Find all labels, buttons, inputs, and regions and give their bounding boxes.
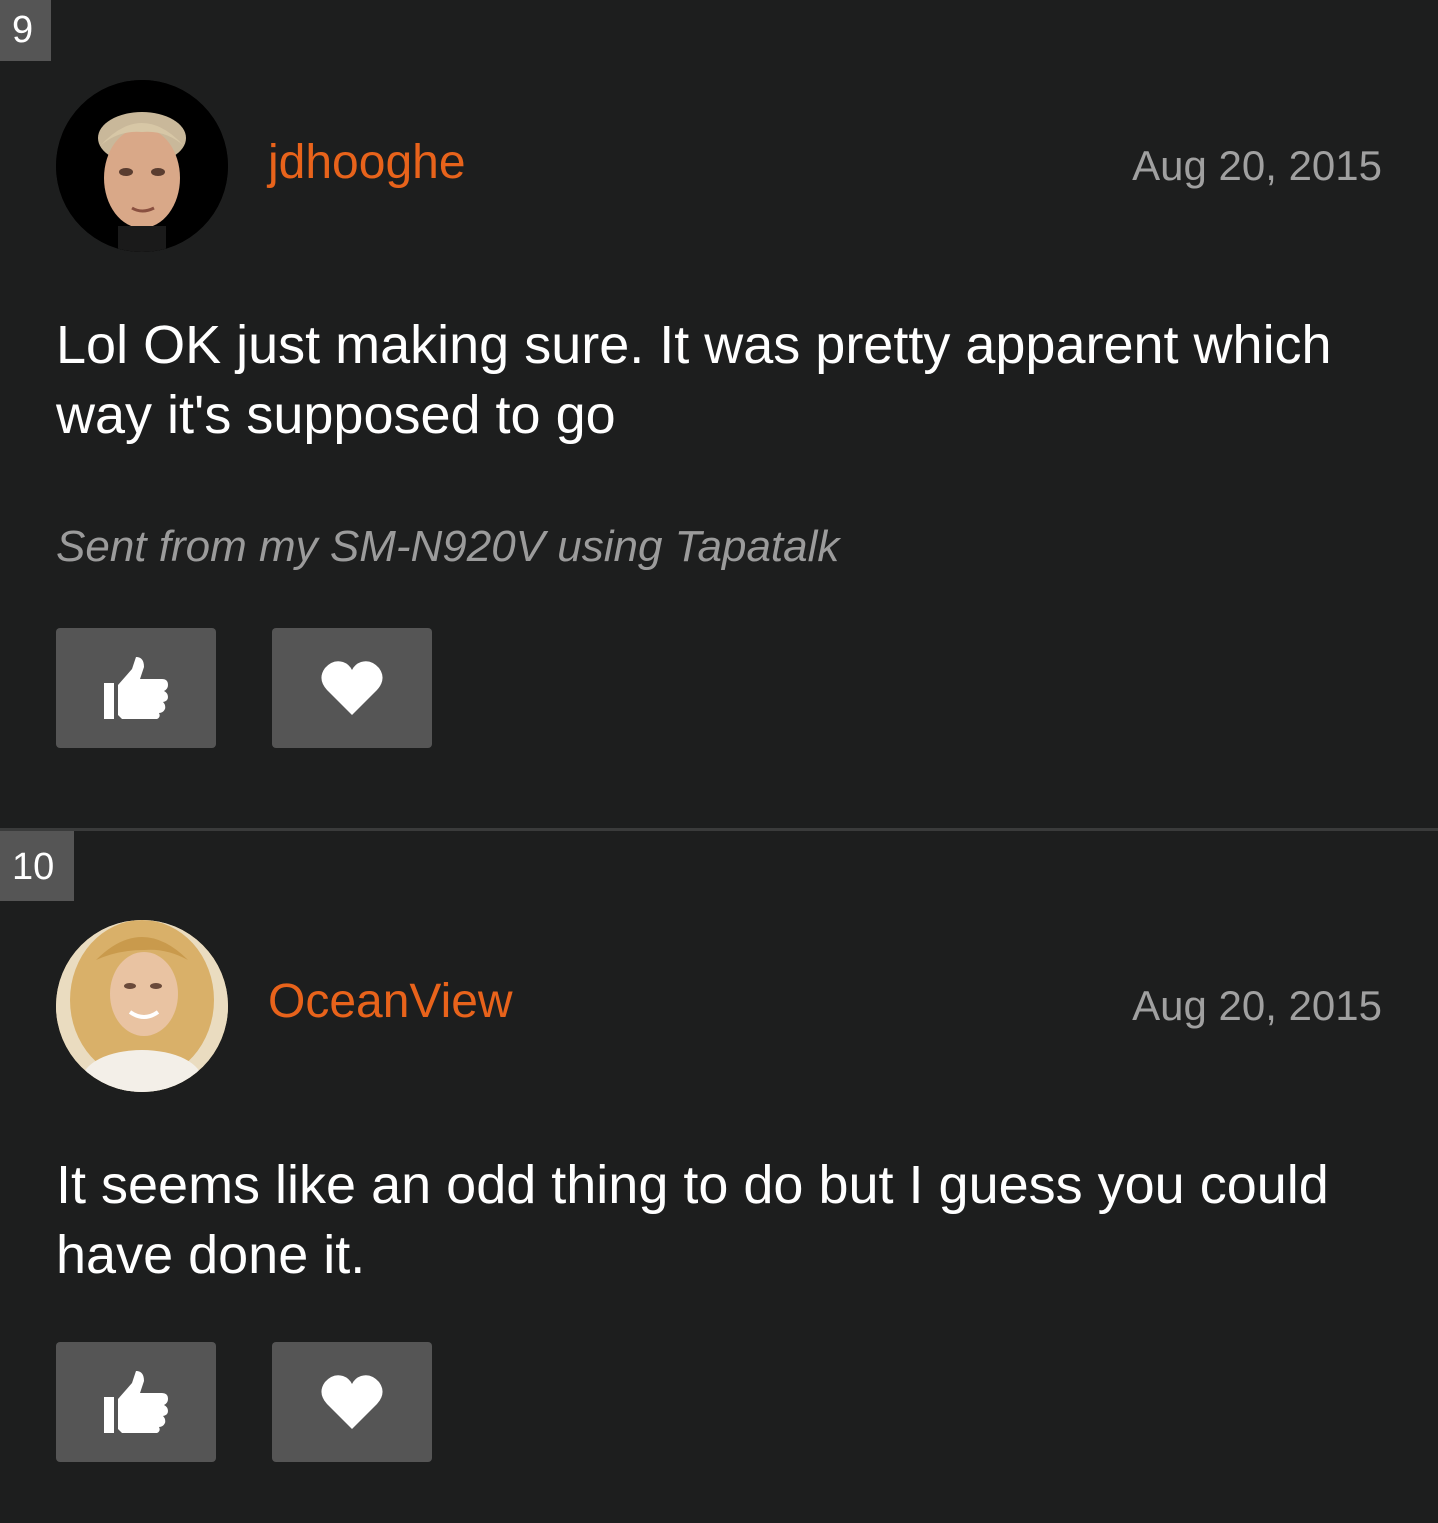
heart-icon xyxy=(321,661,383,715)
post-body: Lol OK just making sure. It was pretty a… xyxy=(56,315,1332,445)
post-number-badge: 10 xyxy=(0,831,74,901)
love-button[interactable] xyxy=(272,1342,432,1462)
post-signature: Sent from my SM-N920V using Tapatalk xyxy=(56,522,840,571)
like-button[interactable] xyxy=(56,1342,216,1462)
user-avatar[interactable] xyxy=(56,920,228,1092)
user-avatar[interactable] xyxy=(56,80,228,252)
username-link[interactable]: OceanView xyxy=(268,974,513,1030)
avatar-photo-icon xyxy=(56,920,228,1092)
post-item: 10 OceanView Aug 20, 2015 It seems like … xyxy=(0,831,1438,1523)
love-button[interactable] xyxy=(272,628,432,748)
thumbs-up-icon xyxy=(104,657,168,719)
avatar-photo-icon xyxy=(56,80,228,252)
like-button[interactable] xyxy=(56,628,216,748)
post-date: Aug 20, 2015 xyxy=(1132,142,1382,189)
thumbs-up-icon xyxy=(104,1371,168,1433)
post-item: 9 jdhooghe Aug 20, 2015 Lol OK just maki… xyxy=(0,0,1438,828)
post-body: It seems like an odd thing to do but I g… xyxy=(56,1155,1329,1285)
username-link[interactable]: jdhooghe xyxy=(268,135,466,191)
post-date: Aug 20, 2015 xyxy=(1132,982,1382,1029)
post-number-badge: 9 xyxy=(0,0,51,61)
heart-icon xyxy=(321,1375,383,1429)
